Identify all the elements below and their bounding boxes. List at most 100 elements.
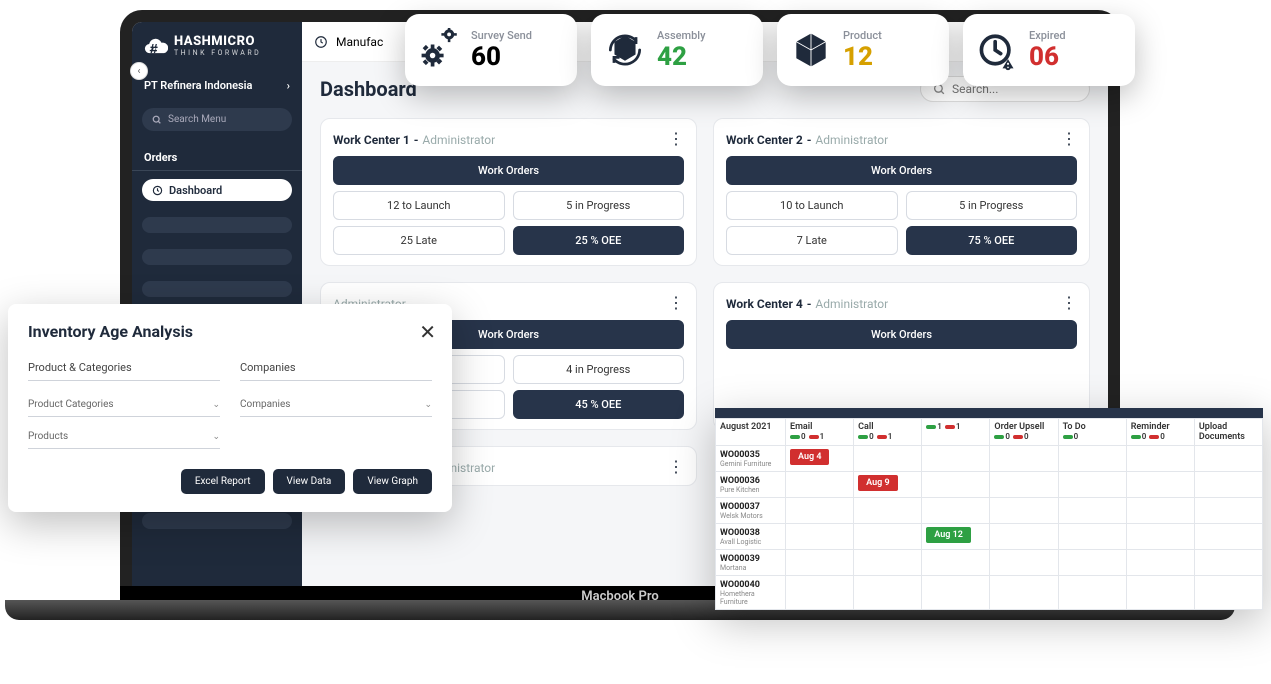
kanban-cell[interactable] [1058,446,1126,472]
kanban-cell[interactable] [854,524,922,550]
kanban-cell[interactable] [922,576,990,610]
search-icon [152,115,162,125]
progress-pill[interactable]: 5 in Progress [513,191,685,220]
kanban-cell[interactable] [1194,576,1262,610]
kanban-cell[interactable] [1126,550,1194,576]
kanban-cell[interactable] [854,498,922,524]
more-icon[interactable]: ⋮ [1061,134,1077,144]
launch-pill[interactable]: 12 to Launch [333,191,505,220]
work-orders-button[interactable]: Work Orders [726,156,1077,185]
late-pill[interactable]: 25 Late [333,226,505,255]
clock-icon [152,185,163,196]
date-chip[interactable]: Aug 9 [858,475,897,491]
work-order-cell[interactable]: WO00037Welsk Motors [716,498,786,524]
kanban-cell[interactable] [786,576,854,610]
work-orders-button[interactable]: Work Orders [333,156,684,185]
kanban-row: WO00039Mortana [716,550,1263,576]
page-title: Dashboard [320,77,417,101]
kanban-cell[interactable]: Aug 9 [854,472,922,498]
kanban-cell[interactable] [1126,524,1194,550]
close-icon[interactable]: ✕ [419,320,436,344]
stat-value: 12 [843,42,937,72]
kanban-column-header[interactable]: Order Upsell00 [990,419,1058,446]
oee-pill[interactable]: 45 % OEE [513,390,685,419]
sidebar-search[interactable]: Search Menu [142,108,292,131]
kanban-cell[interactable] [1058,498,1126,524]
date-chip[interactable]: Aug 4 [790,449,829,465]
kanban-cell[interactable] [786,524,854,550]
launch-pill[interactable]: 10 to Launch [726,191,898,220]
oee-pill[interactable]: 75 % OEE [906,226,1078,255]
stat-cards-row: Survey Send 60 Assembly 42 Product 12 Ex… [405,14,1135,86]
view-data-button[interactable]: View Data [273,469,346,494]
kanban-cell[interactable] [922,550,990,576]
kanban-column-header[interactable]: 11 [922,419,990,446]
kanban-column-header[interactable]: To Do0 [1058,419,1126,446]
work-order-cell[interactable]: WO00040Homethera Furniture [716,576,786,610]
company-selector[interactable]: PT Refinera Indonesia › [132,69,302,102]
kanban-cell[interactable] [922,446,990,472]
kanban-cell[interactable] [1194,446,1262,472]
more-icon[interactable]: ⋮ [668,298,684,308]
kanban-cell[interactable] [1058,472,1126,498]
kanban-cell[interactable] [854,576,922,610]
work-order-cell[interactable]: WO00039Mortana [716,550,786,576]
kanban-cell[interactable] [1126,472,1194,498]
progress-pill[interactable]: 5 in Progress [906,191,1078,220]
wc-title: Work Center 1 [333,133,410,147]
progress-pill[interactable]: 4 in Progress [513,355,685,384]
product-categories-select[interactable]: Product Categories⌄ [28,395,220,417]
kanban-cell[interactable] [990,446,1058,472]
work-order-cell[interactable]: WO00035Gemini Furniture [716,446,786,472]
kanban-cell[interactable] [854,446,922,472]
kanban-cell[interactable] [990,498,1058,524]
work-orders-button[interactable]: Work Orders [726,320,1077,349]
kanban-cell[interactable] [1194,550,1262,576]
kanban-cell[interactable] [1126,446,1194,472]
kanban-cell[interactable] [1058,524,1126,550]
kanban-cell[interactable] [786,498,854,524]
kanban-cell[interactable] [1194,498,1262,524]
kanban-column-header[interactable]: Reminder00 [1126,419,1194,446]
kanban-cell[interactable] [786,550,854,576]
kanban-column-header[interactable]: Email01 [786,419,854,446]
oee-pill[interactable]: 25 % OEE [513,226,685,255]
kanban-cell[interactable] [1058,576,1126,610]
kanban-cell[interactable] [990,524,1058,550]
kanban-cell[interactable] [1194,524,1262,550]
kanban-cell[interactable] [1058,550,1126,576]
kanban-cell[interactable]: Aug 4 [786,446,854,472]
sidebar-placeholder [142,513,292,529]
date-chip[interactable]: Aug 12 [926,527,971,543]
kanban-column-header[interactable]: Call01 [854,419,922,446]
collapse-sidebar-button[interactable]: ‹ [130,62,148,80]
kanban-column-header[interactable]: Upload Documents [1194,419,1262,446]
stat-label: Assembly [657,29,751,42]
companies-select[interactable]: Companies⌄ [240,395,432,417]
view-graph-button[interactable]: View Graph [353,469,432,494]
kanban-cell[interactable] [990,472,1058,498]
module-name[interactable]: Manufac [336,35,383,49]
stat-card-assembly: Assembly 42 [591,14,763,86]
kanban-cell[interactable] [786,472,854,498]
kanban-cell[interactable] [1126,576,1194,610]
companies-label: Companies [240,361,432,381]
more-icon[interactable]: ⋮ [668,462,684,472]
kanban-cell[interactable] [990,550,1058,576]
kanban-cell[interactable] [922,472,990,498]
kanban-cell[interactable] [990,576,1058,610]
more-icon[interactable]: ⋮ [668,134,684,144]
work-order-cell[interactable]: WO00036Pure Kitchen [716,472,786,498]
kanban-cell[interactable] [922,498,990,524]
kanban-cell[interactable] [854,550,922,576]
work-order-cell[interactable]: WO00038Avall Logistic [716,524,786,550]
kanban-cell[interactable]: Aug 12 [922,524,990,550]
sidebar-item-dashboard[interactable]: Dashboard [142,179,292,201]
more-icon[interactable]: ⋮ [1061,298,1077,308]
kanban-cell[interactable] [1126,498,1194,524]
products-select[interactable]: Products⌄ [28,427,220,449]
kanban-cell[interactable] [1194,472,1262,498]
brand-name: HASHMICRO [174,34,255,49]
late-pill[interactable]: 7 Late [726,226,898,255]
excel-report-button[interactable]: Excel Report [181,469,265,494]
